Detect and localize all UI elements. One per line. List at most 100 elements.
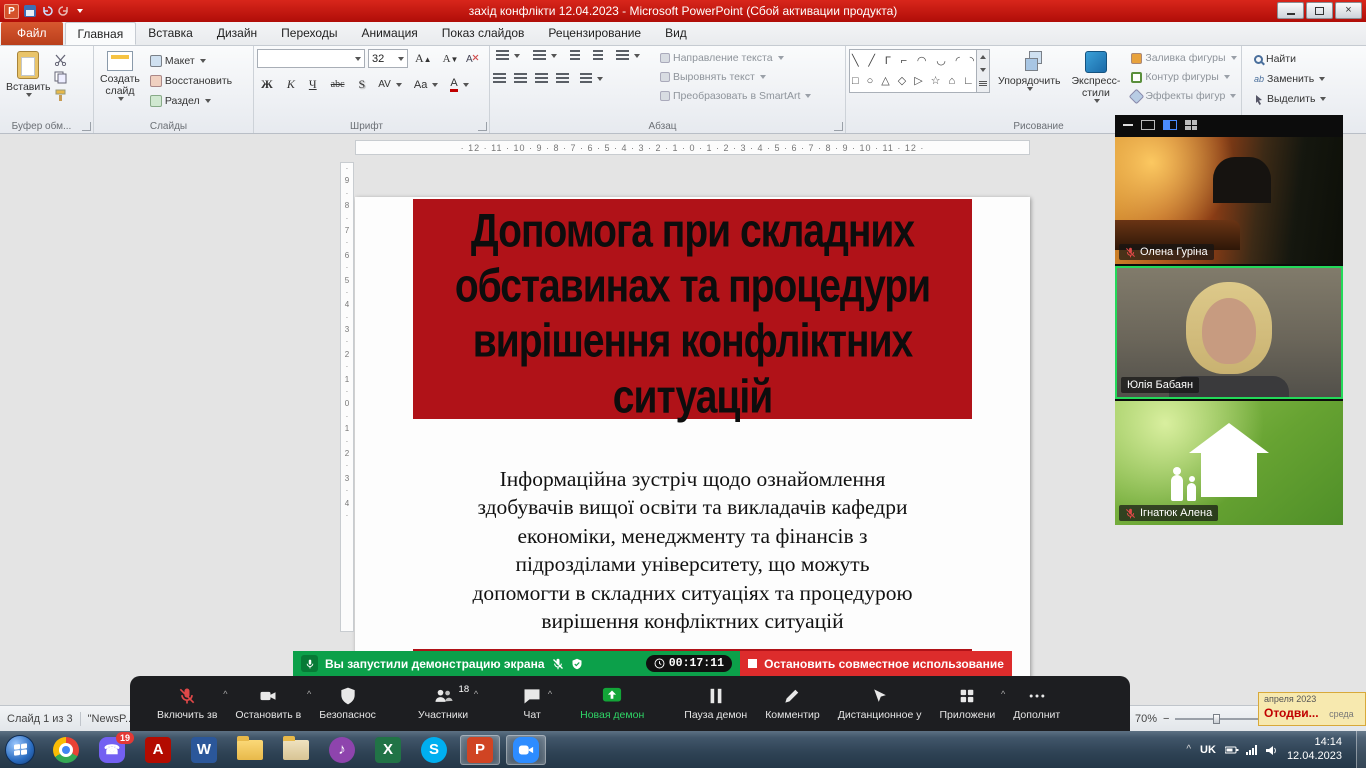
start-button[interactable] [5, 735, 35, 765]
paste-button[interactable]: Вставить [3, 49, 54, 102]
save-icon[interactable] [24, 5, 36, 17]
qat-dropdown-icon[interactable] [77, 9, 83, 13]
participants-button[interactable]: 18 Участники ^ [409, 682, 477, 725]
dialog-launcher-icon[interactable] [82, 122, 91, 131]
text-shadow-button[interactable]: S [355, 76, 370, 93]
tab-transitions[interactable]: Переходы [269, 22, 349, 45]
taskbar-chrome[interactable] [46, 735, 86, 765]
minimize-button[interactable] [1277, 2, 1304, 19]
shape-fill-button[interactable]: Заливка фигуры [1128, 51, 1239, 65]
shape-diamond-icon[interactable]: ◇ [898, 76, 906, 87]
shape-house-icon[interactable]: ⌂ [949, 76, 956, 87]
remote-control-button[interactable]: Дистанционное у [829, 682, 931, 725]
tab-insert[interactable]: Вставка [136, 22, 205, 45]
grow-font-button[interactable]: А▲ [411, 50, 436, 67]
hidden-icons-chevron[interactable]: ^ [1186, 744, 1191, 755]
tab-design[interactable]: Дизайн [205, 22, 269, 45]
speaker-view-icon[interactable] [1141, 120, 1155, 130]
shape-outline-button[interactable]: Контур фигуры [1128, 70, 1239, 84]
clear-formatting-icon[interactable]: А [465, 52, 479, 65]
font-color-button[interactable]: А [447, 77, 471, 93]
shape-line-icon[interactable]: ╲ [852, 56, 859, 67]
language-indicator[interactable]: UK [1200, 744, 1216, 756]
taskbar-excel[interactable]: X [368, 735, 408, 765]
change-case-button[interactable]: Аа [411, 78, 442, 92]
shape-rectangle-icon[interactable]: □ [852, 76, 859, 87]
slide-canvas[interactable]: Допомога при складних обставинах та проц… [355, 197, 1030, 703]
select-button[interactable]: Выделить [1251, 92, 1363, 106]
participant-video-2-active-speaker[interactable]: Юлія Бабаян [1115, 266, 1343, 399]
shape-triangle-icon[interactable]: △ [881, 76, 889, 87]
minimize-panel-icon[interactable] [1123, 124, 1133, 126]
powerpoint-app-icon[interactable]: P [4, 4, 19, 19]
shape-connector-icon[interactable]: ⌐ [901, 56, 907, 67]
taskbar-word[interactable]: W [184, 735, 224, 765]
participant-video-1[interactable]: Олена Гуріна [1115, 137, 1343, 264]
taskbar-zoom-active[interactable] [506, 735, 546, 765]
new-share-button[interactable]: Новая демон [571, 682, 653, 725]
reset-button[interactable]: Восстановить [147, 74, 235, 88]
shrink-font-button[interactable]: А▼ [439, 52, 463, 66]
zoom-slider-thumb[interactable] [1213, 714, 1220, 724]
shape-effects-button[interactable]: Эффекты фигур [1128, 89, 1239, 103]
text-direction-button[interactable]: Направление текста [657, 51, 814, 65]
maximize-button[interactable] [1306, 2, 1333, 19]
bold-button[interactable]: Ж [257, 76, 277, 93]
shape-circle-icon[interactable]: ○ [867, 76, 874, 87]
shape-arc-icon[interactable]: ◠ [917, 56, 927, 67]
gallery-more-icon[interactable] [979, 81, 987, 87]
tab-home[interactable]: Главная [65, 22, 137, 45]
battery-icon[interactable] [1225, 745, 1237, 755]
shapes-gallery[interactable]: ╲ ╱ Г ⌐ ◠ ◡ ◜ ◝ □ ○ △ [849, 49, 977, 93]
shape-star-icon[interactable]: ☆ [931, 76, 941, 87]
annotate-button[interactable]: Комментир [756, 682, 829, 725]
chat-button[interactable]: Чат ^ [513, 682, 551, 725]
taskbar-file-explorer[interactable] [230, 735, 270, 765]
align-text-button[interactable]: Выровнять текст [657, 70, 814, 84]
tab-view[interactable]: Вид [653, 22, 699, 45]
bullets-button[interactable] [493, 49, 523, 62]
chevron-up-icon[interactable]: ^ [474, 689, 478, 699]
close-button[interactable]: × [1335, 2, 1362, 19]
underline-button[interactable]: Ч [305, 76, 321, 93]
strikethrough-button[interactable]: abc [327, 78, 349, 91]
convert-smartart-button[interactable]: Преобразовать в SmartArt [657, 89, 814, 103]
copy-icon[interactable] [54, 71, 67, 84]
unmute-button[interactable]: Включить зв ^ [148, 682, 226, 725]
network-signal-icon[interactable] [1246, 745, 1257, 755]
taskbar-skype[interactable]: S [414, 735, 454, 765]
tab-animations[interactable]: Анимация [349, 22, 429, 45]
zoom-out-button[interactable]: − [1163, 713, 1169, 725]
taskbar-powerpoint-active[interactable]: P [460, 735, 500, 765]
shapes-gallery-scrollbar[interactable] [977, 49, 990, 93]
columns-button[interactable] [577, 72, 606, 85]
taskbar-documents-folder[interactable] [276, 735, 316, 765]
stop-share-button[interactable]: Остановить совместное использование [740, 651, 1012, 676]
font-name-combo[interactable] [257, 49, 365, 68]
undo-icon[interactable] [41, 5, 53, 17]
stop-video-button[interactable]: Остановить в ^ [226, 682, 310, 725]
line-spacing-button[interactable] [613, 49, 643, 62]
shape-arc2-icon[interactable]: ◡ [936, 56, 946, 67]
align-center-button[interactable] [514, 73, 527, 84]
layout-button[interactable]: Макет [147, 54, 235, 68]
decrease-indent-button[interactable] [567, 49, 583, 62]
dialog-launcher-icon[interactable] [834, 122, 843, 131]
participant-video-3[interactable]: Ігнатюк Алена [1115, 401, 1343, 525]
new-slide-button[interactable]: Создать слайд [97, 49, 143, 108]
file-tab[interactable]: Файл [1, 22, 63, 45]
taskbar-acrobat[interactable]: A [138, 735, 178, 765]
find-button[interactable]: Найти [1251, 52, 1363, 66]
scroll-up-icon[interactable] [980, 55, 986, 59]
section-button[interactable]: Раздел [147, 94, 235, 108]
align-left-button[interactable] [493, 73, 506, 84]
shape-angle-icon[interactable]: ∟ [963, 76, 974, 87]
arrange-button[interactable]: Упорядочить [995, 49, 1063, 105]
shape-curve2-icon[interactable]: ◝ [970, 56, 974, 67]
taskbar-clock[interactable]: 14:14 12.04.2023 [1287, 736, 1342, 764]
security-button[interactable]: Безопаснос [310, 682, 385, 725]
replace-button[interactable]: abЗаменить [1251, 72, 1363, 86]
shape-curve-icon[interactable]: ◜ [956, 56, 960, 67]
volume-icon[interactable] [1266, 745, 1278, 755]
font-size-combo[interactable]: 32 [368, 49, 408, 68]
